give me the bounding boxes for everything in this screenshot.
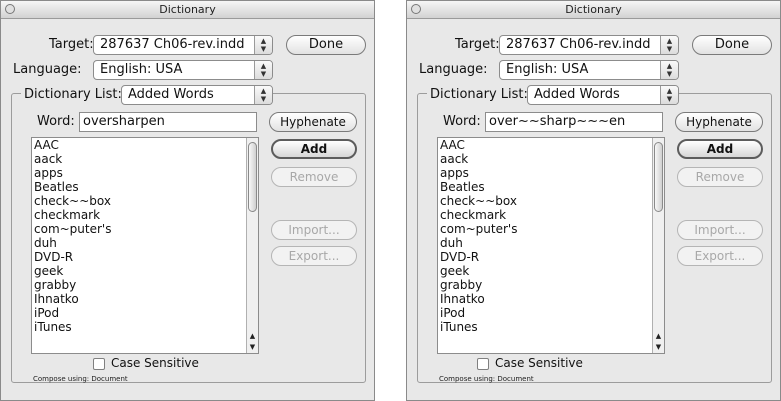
remove-button[interactable]: Remove (271, 167, 357, 187)
list-item[interactable]: geek (32, 264, 258, 278)
list-item[interactable]: iTunes (438, 320, 664, 334)
dictionary-list-value: Added Words (534, 87, 620, 102)
popup-arrows-icon: ▲ ▼ (660, 61, 678, 79)
window-title: Dictionary (565, 3, 622, 16)
export-button[interactable]: Export... (677, 246, 763, 266)
language-popup[interactable]: English: USA ▲ ▼ (93, 60, 273, 80)
scroll-thumb[interactable] (654, 142, 663, 212)
add-button[interactable]: Add (677, 139, 763, 159)
list-item[interactable]: DVD-R (438, 250, 664, 264)
list-item[interactable]: Ihnatko (32, 292, 258, 306)
list-item[interactable]: com~puter's (438, 222, 664, 236)
remove-button[interactable]: Remove (677, 167, 763, 187)
list-item[interactable]: checkmark (438, 208, 664, 222)
title-bar: Dictionary (407, 1, 780, 19)
dictionary-list-value: Added Words (128, 87, 214, 102)
list-item[interactable]: DVD-R (32, 250, 258, 264)
word-list-items: AAC aack apps Beatles check~~box checkmark com… (438, 138, 664, 334)
target-popup[interactable]: 287637 Ch06-rev.indd ▲ ▼ (93, 35, 273, 55)
list-item[interactable]: iTunes (32, 320, 258, 334)
list-item[interactable]: Beatles (32, 180, 258, 194)
popup-arrows-icon: ▲ ▼ (254, 36, 272, 54)
word-list-scrollbar[interactable]: ▲ ▼ (652, 138, 664, 353)
list-item[interactable]: Ihnatko (438, 292, 664, 306)
scroll-down-arrow-icon[interactable]: ▼ (247, 342, 258, 353)
list-item[interactable]: check~~box (32, 194, 258, 208)
word-list-scrollbar[interactable]: ▲ ▼ (246, 138, 258, 353)
dictionary-list-popup[interactable]: Added Words ▲ ▼ (121, 85, 273, 105)
done-button[interactable]: Done (692, 35, 772, 55)
language-value: English: USA (100, 62, 183, 77)
list-item[interactable]: checkmark (32, 208, 258, 222)
case-sensitive-checkbox[interactable] (477, 358, 489, 370)
list-item[interactable]: com~puter's (32, 222, 258, 236)
window-title: Dictionary (159, 3, 216, 16)
word-label: Word: (37, 114, 75, 129)
list-item[interactable]: aack (32, 152, 258, 166)
case-sensitive-label: Case Sensitive (111, 356, 199, 370)
target-label: Target: (49, 37, 94, 52)
list-item[interactable]: check~~box (438, 194, 664, 208)
dictionary-list-popup[interactable]: Added Words ▲ ▼ (527, 85, 679, 105)
case-sensitive-checkbox[interactable] (93, 358, 105, 370)
dictionary-window-left: Dictionary Target: 287637 Ch06-rev.indd … (0, 0, 375, 401)
language-label: Language: (13, 62, 82, 77)
popup-arrows-icon: ▲ ▼ (254, 86, 272, 104)
export-button[interactable]: Export... (271, 246, 357, 266)
target-label: Target: (455, 37, 500, 52)
list-item[interactable]: grabby (438, 278, 664, 292)
list-item[interactable]: aack (438, 152, 664, 166)
add-button[interactable]: Add (271, 139, 357, 159)
target-popup[interactable]: 287637 Ch06-rev.indd ▲ ▼ (499, 35, 679, 55)
hyphenate-button[interactable]: Hyphenate (675, 112, 763, 132)
list-item[interactable]: geek (438, 264, 664, 278)
compose-label: Compose using: Document (439, 375, 534, 383)
language-value: English: USA (506, 62, 589, 77)
dictionary-window-right: Dictionary Target: 287637 Ch06-rev.indd … (406, 0, 781, 401)
case-sensitive-label: Case Sensitive (495, 356, 583, 370)
list-item[interactable]: iPod (32, 306, 258, 320)
list-item[interactable]: Beatles (438, 180, 664, 194)
dictionary-list-label: Dictionary List: (427, 87, 531, 102)
import-button[interactable]: Import... (271, 220, 357, 240)
word-list[interactable]: AAC aack apps Beatles check~~box checkmark com… (31, 137, 259, 354)
list-item[interactable]: apps (32, 166, 258, 180)
list-item[interactable]: duh (438, 236, 664, 250)
list-item[interactable]: AAC (32, 138, 258, 152)
popup-arrows-icon: ▲ ▼ (660, 86, 678, 104)
list-item[interactable]: grabby (32, 278, 258, 292)
target-value: 287637 Ch06-rev.indd (506, 37, 651, 52)
scroll-up-arrow-icon[interactable]: ▲ (247, 331, 258, 342)
popup-arrows-icon: ▲ ▼ (660, 36, 678, 54)
list-item[interactable]: AAC (438, 138, 664, 152)
word-list-items: AAC aack apps Beatles check~~box checkmark com… (32, 138, 258, 334)
word-input[interactable]: oversharpen (79, 112, 257, 132)
compose-label: Compose using: Document (33, 375, 128, 383)
title-bar: Dictionary (1, 1, 374, 19)
word-input[interactable]: over~~sharp~~~en (485, 112, 663, 132)
hyphenate-button[interactable]: Hyphenate (269, 112, 357, 132)
word-list[interactable]: AAC aack apps Beatles check~~box checkmark com… (437, 137, 665, 354)
dictionary-list-label: Dictionary List: (21, 87, 125, 102)
done-button[interactable]: Done (286, 35, 366, 55)
scroll-down-arrow-icon[interactable]: ▼ (653, 342, 664, 353)
target-value: 287637 Ch06-rev.indd (100, 37, 245, 52)
import-button[interactable]: Import... (677, 220, 763, 240)
scroll-up-arrow-icon[interactable]: ▲ (653, 331, 664, 342)
list-item[interactable]: duh (32, 236, 258, 250)
list-item[interactable]: iPod (438, 306, 664, 320)
list-item[interactable]: apps (438, 166, 664, 180)
language-popup[interactable]: English: USA ▲ ▼ (499, 60, 679, 80)
language-label: Language: (419, 62, 488, 77)
popup-arrows-icon: ▲ ▼ (254, 61, 272, 79)
word-label: Word: (443, 114, 481, 129)
scroll-thumb[interactable] (248, 142, 257, 212)
